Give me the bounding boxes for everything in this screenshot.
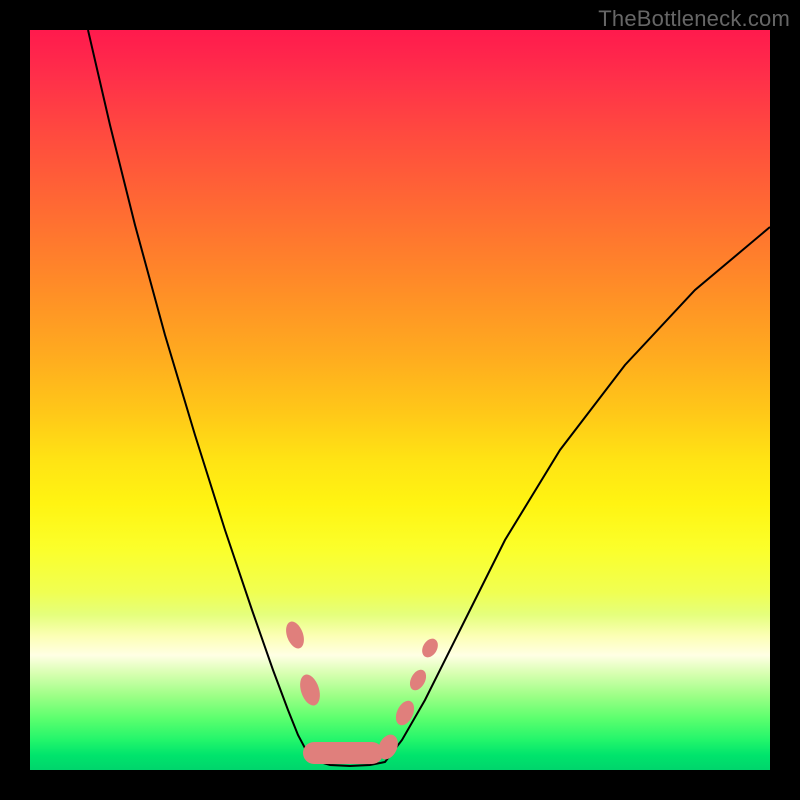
watermark-label: TheBottleneck.com: [598, 6, 790, 32]
marker-right-upper: [419, 636, 441, 660]
marker-right-mid: [407, 667, 430, 693]
marker-right-lower: [392, 698, 417, 728]
plot-area: [30, 30, 770, 770]
marker-floor-blob-rect: [303, 742, 383, 764]
chart-frame: TheBottleneck.com: [0, 0, 800, 800]
marker-left-upper: [283, 619, 308, 651]
data-point-markers: [283, 619, 441, 764]
curve-svg: [30, 30, 770, 770]
marker-left-lower: [296, 672, 323, 708]
